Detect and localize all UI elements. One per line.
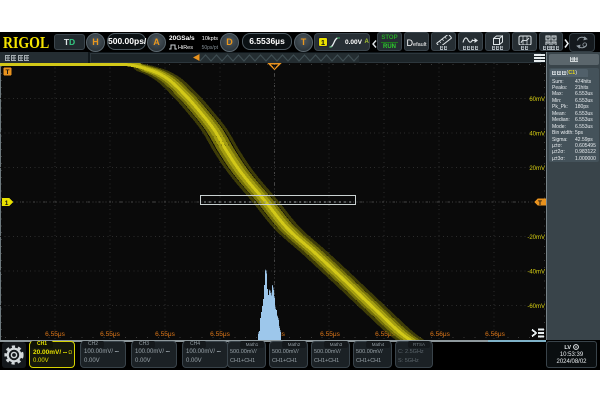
svg-text:6.55μs: 6.55μs xyxy=(100,331,120,338)
svg-text:6.55μs: 6.55μs xyxy=(210,331,230,338)
svg-text:6.55μs: 6.55μs xyxy=(45,331,65,338)
svg-text:6.55μs: 6.55μs xyxy=(320,331,340,338)
svg-text:T: T xyxy=(6,69,10,76)
svg-text:T: T xyxy=(538,200,542,207)
svg-text:6.55μs: 6.55μs xyxy=(155,331,175,338)
svg-text:20mV: 20mV xyxy=(529,166,545,172)
svg-text:40mV: 40mV xyxy=(529,132,545,138)
svg-text:1: 1 xyxy=(5,200,9,207)
svg-text:6.56μs: 6.56μs xyxy=(485,331,505,338)
svg-text:-60mV: -60mV xyxy=(527,304,545,310)
svg-text:6.56μs: 6.56μs xyxy=(430,331,450,338)
svg-text:-20mV: -20mV xyxy=(527,235,545,241)
svg-text:-40mV: -40mV xyxy=(527,270,545,276)
svg-text:60mV: 60mV xyxy=(529,97,545,103)
